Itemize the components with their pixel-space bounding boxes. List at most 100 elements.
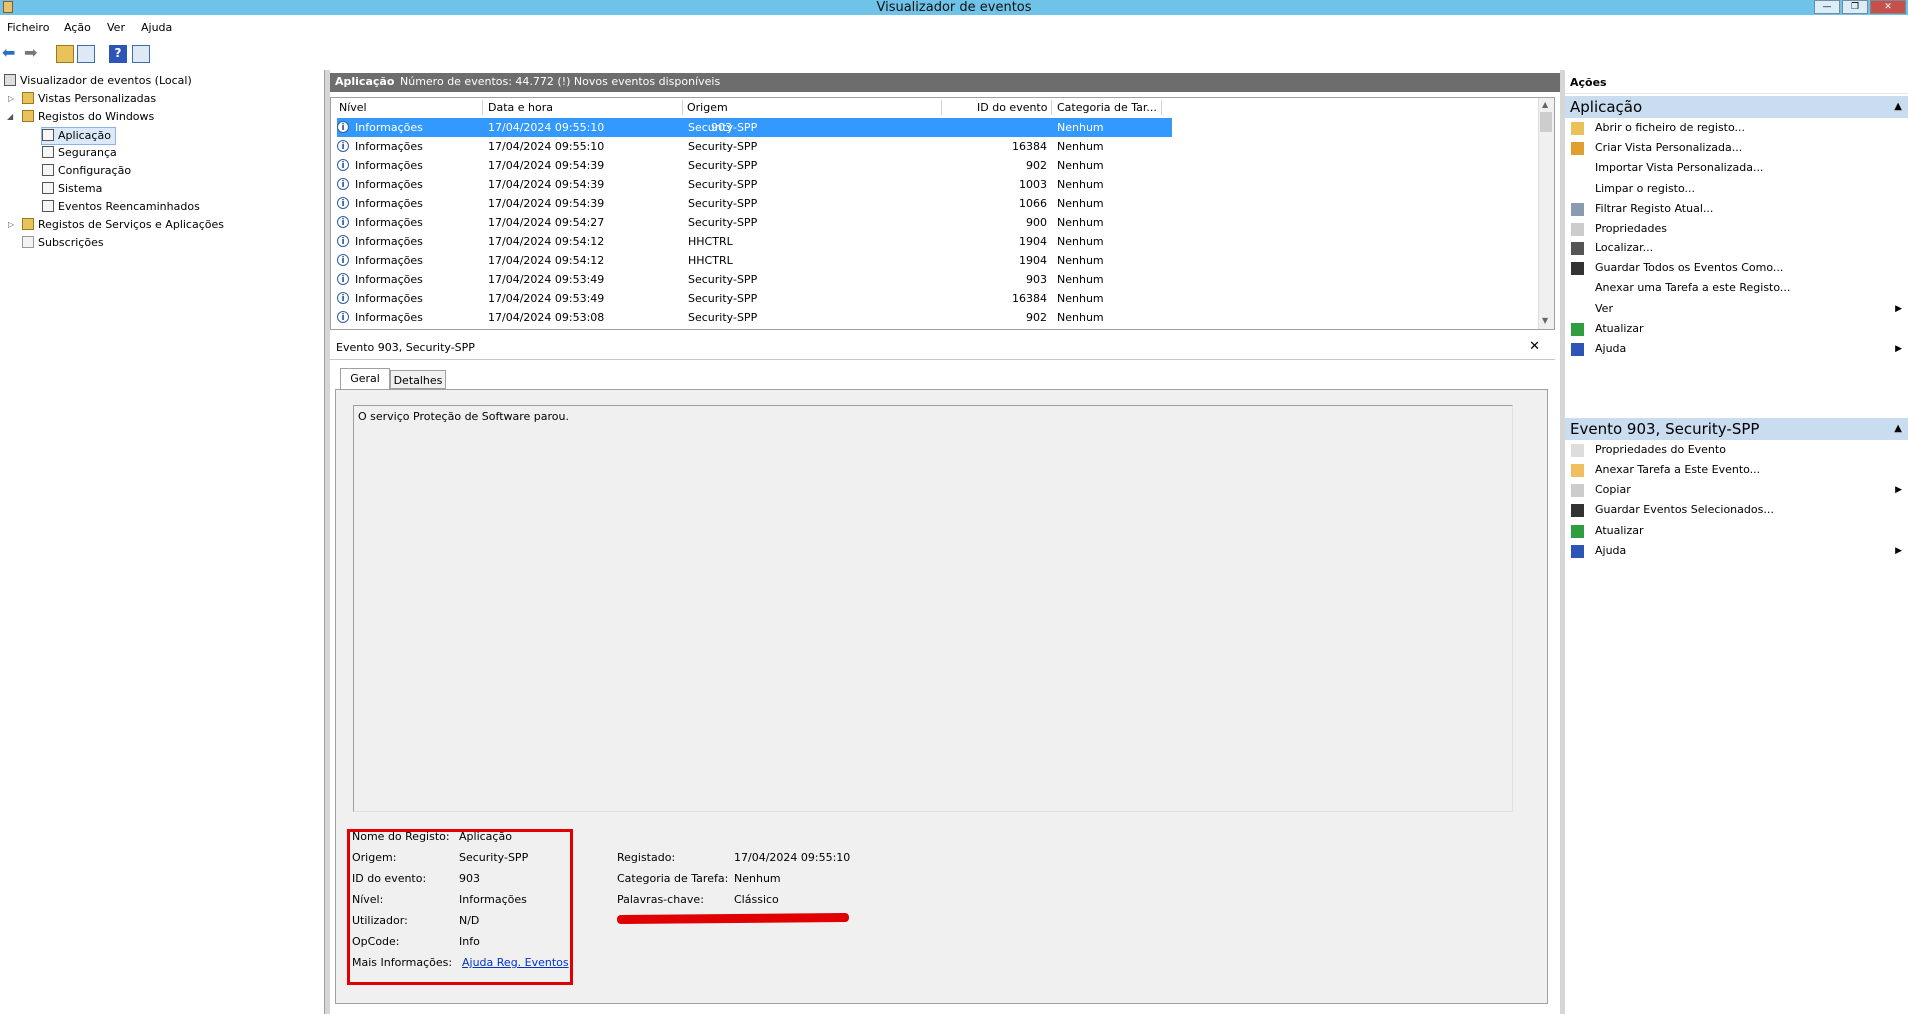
- table-row[interactable]: i Informações 17/04/2024 09:55:10 Security-…: [337, 137, 1487, 156]
- event-message-box[interactable]: O serviço Proteção de Software parou.: [353, 405, 1513, 812]
- cell-level: Informações: [355, 159, 423, 172]
- minimize-button[interactable]: —: [1814, 0, 1840, 14]
- info-icon: i: [337, 121, 349, 133]
- column-header-source[interactable]: Origem: [687, 101, 728, 115]
- back-arrow-icon[interactable]: ⬅: [2, 45, 20, 63]
- action-item[interactable]: Propriedades: [1565, 219, 1908, 239]
- submenu-arrow-icon: ▶: [1895, 546, 1902, 556]
- field-value-logged: 17/04/2024 09:55:10: [734, 851, 851, 864]
- folder-up-icon[interactable]: [56, 45, 74, 63]
- properties-icon: [1571, 223, 1584, 236]
- section-title: Evento 903, Security-SPP: [1570, 420, 1760, 438]
- action-item[interactable]: Criar Vista Personalizada...: [1565, 138, 1908, 158]
- scroll-up-icon[interactable]: ▲: [1542, 100, 1548, 109]
- show-tree-icon[interactable]: [77, 45, 95, 63]
- expand-arrow-icon[interactable]: ▷: [8, 94, 14, 103]
- table-row[interactable]: i Informações 17/04/2024 09:53:08 Security-…: [337, 308, 1487, 327]
- forward-arrow-icon[interactable]: ➡: [24, 45, 42, 63]
- action-item[interactable]: Ajuda ▶: [1565, 339, 1908, 359]
- help-icon[interactable]: ?: [109, 45, 127, 63]
- menu-ajuda[interactable]: Ajuda: [141, 21, 172, 34]
- close-icon[interactable]: ✕: [1529, 339, 1540, 354]
- section-header-event[interactable]: Evento 903, Security-SPP ▲: [1565, 418, 1908, 440]
- table-row[interactable]: i Informações 17/04/2024 09:53:49 Security-…: [337, 289, 1487, 308]
- action-item[interactable]: Guardar Eventos Selecionados...: [1565, 500, 1908, 520]
- log-icon: [42, 164, 54, 176]
- menu-acao[interactable]: Ação: [64, 21, 91, 34]
- action-item[interactable]: Anexar uma Tarefa a este Registo...: [1565, 278, 1908, 298]
- submenu-arrow-icon: ▶: [1895, 344, 1902, 354]
- scroll-down-icon[interactable]: ▼: [1542, 316, 1548, 325]
- cell-category: Nenhum: [1057, 216, 1104, 229]
- action-item[interactable]: Ver ▶: [1565, 299, 1908, 319]
- table-row[interactable]: i Informações 17/04/2024 09:54:39 Security-…: [337, 194, 1487, 213]
- cell-category: Nenhum: [1057, 140, 1104, 153]
- cell-event-id: 902: [1026, 159, 1047, 172]
- cell-level: Informações: [355, 197, 423, 210]
- action-item[interactable]: Localizar...: [1565, 238, 1908, 258]
- action-item[interactable]: Filtrar Registo Atual...: [1565, 199, 1908, 219]
- save-icon: [1571, 504, 1584, 517]
- cell-event-id: 16384: [1012, 140, 1047, 153]
- action-label: Localizar...: [1595, 241, 1654, 254]
- tree-item-apps-services[interactable]: Registos de Serviços e Aplicações: [22, 217, 224, 233]
- event-list: Nível Data e hora Origem ID do evento Ca…: [330, 97, 1555, 330]
- tree-label: Visualizador de eventos (Local): [20, 74, 192, 87]
- cell-event-id: 1904: [1019, 254, 1047, 267]
- tree-item-system[interactable]: Sistema: [42, 181, 102, 197]
- menu-ficheiro[interactable]: Ficheiro: [7, 21, 49, 34]
- table-row[interactable]: i Informações 17/04/2024 09:54:27 Security-…: [337, 213, 1487, 232]
- collapse-caret-icon[interactable]: ▲: [1889, 96, 1902, 118]
- action-label: Copiar: [1595, 483, 1631, 496]
- cell-date: 17/04/2024 09:55:10: [488, 140, 605, 153]
- table-row[interactable]: i Informações 17/04/2024 09:54:39 Security-…: [337, 156, 1487, 175]
- info-icon: i: [337, 178, 349, 190]
- table-row[interactable]: i Informações 17/04/2024 09:54:39 Security-…: [337, 175, 1487, 194]
- action-label: Guardar Todos os Eventos Como...: [1595, 261, 1784, 274]
- tree-item-security[interactable]: Segurança: [42, 145, 117, 161]
- section-header-application[interactable]: Aplicação ▲: [1565, 96, 1908, 118]
- action-item[interactable]: Atualizar: [1565, 319, 1908, 339]
- field-label-task-category: Categoria de Tarefa:: [617, 872, 729, 885]
- tree-item-root[interactable]: Visualizador de eventos (Local): [4, 73, 192, 89]
- tree-item-forwarded-events[interactable]: Eventos Reencaminhados: [42, 199, 200, 215]
- action-item[interactable]: Atualizar: [1565, 521, 1908, 541]
- column-header-level[interactable]: Nível: [339, 101, 367, 115]
- tree-label: Registos do Windows: [38, 110, 155, 123]
- collapse-arrow-icon[interactable]: ◢: [7, 112, 13, 121]
- action-item[interactable]: Importar Vista Personalizada...: [1565, 158, 1908, 178]
- tree-item-windows-logs[interactable]: Registos do Windows: [22, 109, 154, 125]
- table-row[interactable]: i Informações 17/04/2024 09:55:10 Security-…: [337, 118, 1172, 137]
- table-row[interactable]: i Informações 17/04/2024 09:54:12 HHCTRL 190…: [337, 251, 1487, 270]
- scroll-thumb[interactable]: [1540, 112, 1552, 132]
- close-window-button[interactable]: ✕: [1870, 0, 1906, 14]
- table-row[interactable]: i Informações 17/04/2024 09:53:49 Security-…: [337, 270, 1487, 289]
- column-header-event-id[interactable]: ID do evento: [977, 101, 1047, 115]
- cell-source: HHCTRL: [688, 254, 733, 267]
- action-item[interactable]: Limpar o registo...: [1565, 179, 1908, 199]
- column-header-date[interactable]: Data e hora: [488, 101, 553, 115]
- event-list-scrollbar[interactable]: ▲ ▼: [1538, 98, 1554, 329]
- collapse-caret-icon[interactable]: ▲: [1889, 418, 1902, 440]
- tree-item-custom-views[interactable]: Vistas Personalizadas: [22, 91, 156, 107]
- properties-icon: [1571, 444, 1584, 457]
- action-item[interactable]: Copiar ▶: [1565, 480, 1908, 500]
- tab-geral[interactable]: Geral: [340, 368, 390, 390]
- action-item[interactable]: Ajuda ▶: [1565, 541, 1908, 561]
- refresh-icon: [1571, 525, 1584, 538]
- tab-detalhes[interactable]: Detalhes: [390, 370, 446, 389]
- event-count: Número de eventos: 44.772 (!) Novos even…: [400, 75, 721, 88]
- tree-item-application[interactable]: Aplicação: [41, 127, 116, 145]
- table-row[interactable]: i Informações 17/04/2024 09:54:12 HHCTRL 190…: [337, 232, 1487, 251]
- show-action-pane-icon[interactable]: [132, 45, 150, 63]
- action-item[interactable]: Anexar Tarefa a Este Evento...: [1565, 460, 1908, 480]
- menu-ver[interactable]: Ver: [107, 21, 125, 34]
- column-header-category[interactable]: Categoria de Tar...: [1057, 101, 1157, 115]
- action-item[interactable]: Propriedades do Evento: [1565, 440, 1908, 460]
- action-item[interactable]: Guardar Todos os Eventos Como...: [1565, 258, 1908, 278]
- expand-arrow-icon[interactable]: ▷: [8, 220, 14, 229]
- tree-item-setup[interactable]: Configuração: [42, 163, 131, 179]
- action-item[interactable]: Abrir o ficheiro de registo...: [1565, 118, 1908, 138]
- restore-button[interactable]: ❐: [1842, 0, 1868, 14]
- tree-item-subscriptions[interactable]: Subscrições: [22, 235, 104, 251]
